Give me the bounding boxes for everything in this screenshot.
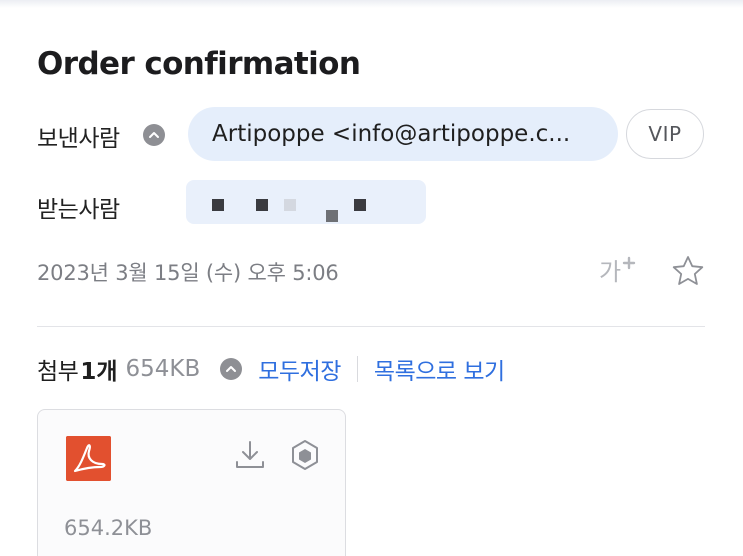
- sender-address-chip[interactable]: Artipoppe <info@artipoppe.c...: [188, 107, 618, 161]
- star-icon[interactable]: [670, 254, 706, 288]
- pdf-icon: [66, 436, 111, 481]
- attachment-card[interactable]: 654.2KB: [37, 409, 346, 556]
- email-subject: Order confirmation: [37, 46, 361, 82]
- recipient-address-redacted[interactable]: [186, 172, 426, 234]
- redaction-pixel: [212, 199, 224, 211]
- sender-expand-button[interactable]: [143, 124, 165, 146]
- redaction-pixel: [256, 199, 268, 211]
- attachments-header: 첨부 1개 654KB 모두저장 목록으로 보기: [37, 352, 505, 386]
- sender-address-text: Artipoppe <info@artipoppe.c...: [212, 121, 571, 147]
- download-icon[interactable]: [233, 438, 267, 472]
- redaction-pixel: [354, 199, 366, 211]
- action-separator: [356, 356, 358, 382]
- cloud-save-box-icon[interactable]: [288, 438, 322, 472]
- sender-label: 보낸사람: [37, 126, 120, 152]
- attachments-collapse-button[interactable]: [220, 358, 243, 380]
- mail-view: Order confirmation 보낸사람 Artipoppe <info@…: [0, 0, 743, 556]
- attachments-total-size: 654KB: [125, 356, 201, 382]
- top-bar-shadow: [0, 0, 743, 8]
- header-divider: [37, 326, 705, 327]
- save-all-button[interactable]: 모두저장: [258, 352, 341, 386]
- vip-button[interactable]: VIP: [626, 109, 704, 159]
- chevron-up-icon: [149, 132, 159, 138]
- recipient-label: 받는사람: [37, 197, 120, 223]
- svg-text:가: 가: [599, 258, 621, 286]
- attachments-count: 1개: [80, 359, 118, 385]
- sent-date: 2023년 3월 15일 (수) 오후 5:06: [37, 261, 339, 285]
- redaction-pixel: [284, 199, 296, 211]
- attachment-file-size: 654.2KB: [64, 516, 153, 540]
- font-size-icon[interactable]: 가: [598, 253, 642, 287]
- list-view-button[interactable]: 목록으로 보기: [374, 352, 505, 386]
- chevron-up-icon: [226, 366, 237, 372]
- redaction-pixel: [326, 210, 338, 222]
- attachments-title: 첨부: [37, 359, 79, 385]
